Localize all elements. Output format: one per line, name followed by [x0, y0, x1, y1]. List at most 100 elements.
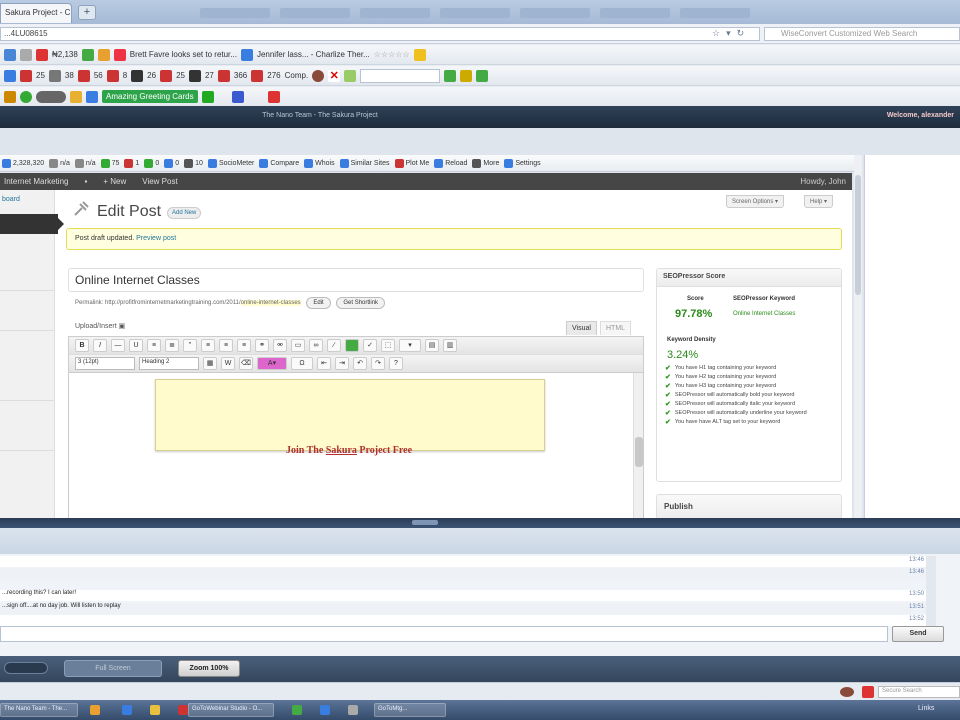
indent-button[interactable]: ⇥: [335, 357, 349, 370]
unlink-icon[interactable]: ∕: [327, 339, 341, 352]
taskbar-item[interactable]: The Nano Team - The...: [0, 703, 78, 717]
more-button[interactable]: More: [472, 158, 499, 168]
send-button[interactable]: Send: [892, 626, 944, 642]
plot-me-button[interactable]: Plot Me: [394, 158, 429, 168]
taskbar-icon[interactable]: [348, 705, 358, 715]
editor-scroll-thumb[interactable]: [635, 437, 643, 467]
toolbar-icon[interactable]: [231, 90, 244, 103]
toolbar-icon[interactable]: [20, 48, 32, 61]
menu-dashboard[interactable]: board: [2, 196, 20, 206]
rating-stars[interactable]: ☆☆☆☆☆: [374, 50, 410, 59]
taskbar-icon[interactable]: [122, 705, 132, 715]
toolbar-icon[interactable]: [444, 69, 457, 82]
compare-menu[interactable]: Comp.: [285, 71, 309, 80]
toolbar-icon[interactable]: [251, 69, 264, 82]
bold-button[interactable]: B: [75, 339, 89, 352]
permalink-edit-button[interactable]: Edit: [306, 297, 331, 309]
bookmark-star-icon[interactable]: ☆: [712, 28, 720, 39]
seo-stat[interactable]: n/a: [74, 158, 96, 168]
volume-slider[interactable]: [4, 662, 48, 674]
highlight-box[interactable]: [155, 379, 545, 451]
toolbar-icon[interactable]: [97, 48, 110, 61]
admin-bar-howdy[interactable]: Howdy, John: [800, 177, 846, 186]
reload-icon[interactable]: ↻: [737, 28, 745, 39]
taskbar-icon[interactable]: [320, 705, 330, 715]
new-tab-button[interactable]: +: [78, 5, 96, 20]
toolbar-icon[interactable]: [460, 69, 473, 82]
toolbar-icon[interactable]: [217, 69, 230, 82]
publish-box[interactable]: Publish: [656, 494, 842, 518]
search-icon[interactable]: [4, 48, 16, 61]
seo-stat[interactable]: 0: [164, 158, 179, 168]
page-scrollbar[interactable]: [854, 155, 862, 518]
toolbar-icon[interactable]: [160, 69, 173, 82]
upload-insert[interactable]: Upload/Insert ▣: [75, 322, 125, 330]
admin-bar-new[interactable]: + New: [103, 177, 126, 186]
toolbar-icon[interactable]: [20, 69, 32, 82]
sociometer-button[interactable]: SocioMeter: [207, 158, 254, 168]
outdent-button[interactable]: ⇤: [317, 357, 331, 370]
help-button[interactable]: ?: [389, 357, 403, 370]
seopressor-title[interactable]: SEOPressor Score: [657, 269, 841, 287]
align-right-button[interactable]: ≡: [237, 339, 251, 352]
taskbar-icon[interactable]: [178, 705, 188, 715]
comment-icon[interactable]: ▪: [84, 177, 87, 186]
remove-format-button[interactable]: ⌫: [239, 357, 253, 370]
seo-stat[interactable]: 1: [124, 158, 139, 168]
paste-text-button[interactable]: ▦: [203, 357, 217, 370]
menu-posts-active[interactable]: [0, 214, 64, 234]
folder-icon[interactable]: [150, 705, 160, 715]
chat-input[interactable]: [0, 626, 888, 642]
seo-stat[interactable]: 2,328,320: [2, 158, 44, 168]
taskbar-icon[interactable]: [90, 705, 100, 715]
page-scroll-thumb[interactable]: [855, 175, 861, 295]
strikethrough-button[interactable]: —: [111, 339, 125, 352]
media-icon[interactable]: ▣: [119, 323, 126, 330]
toolbar-icon[interactable]: [48, 69, 61, 82]
toolbar-search-input[interactable]: [360, 68, 441, 83]
paste-word-button[interactable]: W: [221, 357, 235, 370]
close-x-icon[interactable]: ✕: [328, 69, 341, 82]
secure-search-input[interactable]: Secure Search: [878, 686, 960, 698]
admin-bar-view-post[interactable]: View Post: [142, 177, 177, 186]
add-new-button[interactable]: Add New: [167, 207, 202, 219]
kitchen-sink-button[interactable]: ▤: [425, 339, 439, 352]
toolbar-icon[interactable]: [201, 90, 214, 103]
join-heading[interactable]: Join The Sakura Project Free: [69, 445, 629, 456]
toolbar-toggle-button[interactable]: ▥: [443, 339, 457, 352]
url-input[interactable]: ...4LU08615: [0, 27, 760, 41]
get-shortlink-button[interactable]: Get Shortlink: [336, 297, 386, 309]
font-size-select[interactable]: 3 (12pt): [75, 357, 135, 370]
settings-button[interactable]: Settings: [504, 158, 541, 168]
toolbar-icon[interactable]: [476, 69, 489, 82]
number-list-button[interactable]: ≣: [165, 339, 179, 352]
zoom-button[interactable]: Zoom 100%: [178, 660, 240, 677]
toolbar-icon[interactable]: [20, 90, 32, 103]
reload-button[interactable]: Reload: [434, 158, 467, 168]
underline-button[interactable]: U: [129, 339, 143, 352]
seo-stat[interactable]: n/a: [49, 158, 70, 168]
format-select[interactable]: Heading 2: [139, 357, 199, 370]
post-title-input[interactable]: Online Internet Classes: [68, 268, 644, 292]
screen-options-tab[interactable]: Screen Options ▾: [726, 195, 785, 208]
insert-icon[interactable]: [345, 339, 359, 352]
permalink-base[interactable]: http://profitfrominternetmarketingtraini…: [105, 300, 241, 306]
shield-icon[interactable]: [862, 686, 874, 698]
taskbar-item[interactable]: GoToMtg...: [374, 703, 446, 717]
browser-tab[interactable]: Sakura Project - C...: [0, 3, 72, 23]
spellcheck-button[interactable]: ✓: [363, 339, 377, 352]
permalink-slug[interactable]: online-internet-classes: [240, 300, 301, 306]
special-char-button[interactable]: Ω: [291, 357, 313, 370]
whois-button[interactable]: Whois: [304, 158, 335, 168]
preview-post-link[interactable]: Preview post: [136, 235, 176, 242]
tab-visual[interactable]: Visual: [566, 321, 597, 335]
full-screen-button[interactable]: Full Screen: [64, 660, 162, 677]
format-dropdown[interactable]: ▾: [399, 339, 421, 352]
splitter-grip[interactable]: [412, 520, 438, 525]
toolbar-icon[interactable]: [344, 69, 357, 82]
link-icon[interactable]: ∞: [309, 339, 323, 352]
web-search-input[interactable]: WiseConvert Customized Web Search: [764, 27, 960, 41]
bullet-list-button[interactable]: ≡: [147, 339, 161, 352]
panel-splitter[interactable]: [0, 518, 960, 528]
links-toolbar[interactable]: Links: [918, 705, 934, 712]
